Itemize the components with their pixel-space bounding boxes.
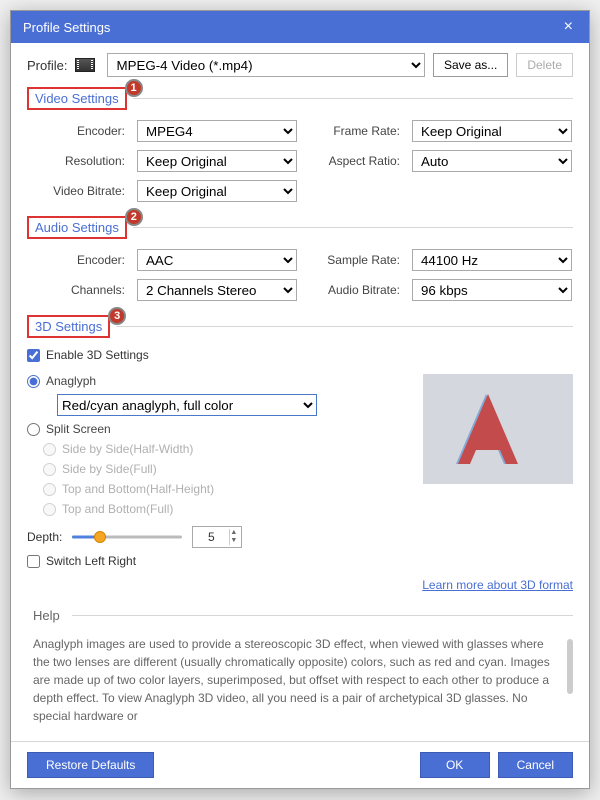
profile-label: Profile: [27, 58, 67, 73]
depth-label: Depth: [27, 530, 62, 544]
tb-full-row: Top and Bottom(Full) [43, 502, 403, 516]
video-encoder-label: Encoder: [27, 120, 127, 142]
3d-section-header: 3D Settings 3 [27, 315, 573, 338]
sbs-half-radio[interactable] [43, 443, 56, 456]
audio-section-header: Audio Settings 2 [27, 216, 573, 239]
sbs-full-radio[interactable] [43, 463, 56, 476]
switch-lr-label: Switch Left Right [46, 554, 136, 568]
switch-lr-row: Switch Left Right [27, 554, 403, 568]
titlebar: Profile Settings × [11, 11, 589, 43]
audio-section-title: Audio Settings 2 [27, 216, 127, 239]
close-icon[interactable]: × [560, 18, 577, 36]
video-section-title: Video Settings 1 [27, 87, 127, 110]
3d-section-title: 3D Settings 3 [27, 315, 110, 338]
help-scrollbar[interactable] [567, 639, 573, 694]
sbs-half-row: Side by Side(Half-Width) [43, 442, 403, 456]
ok-button[interactable]: OK [420, 752, 490, 778]
tb-full-radio[interactable] [43, 503, 56, 516]
restore-defaults-button[interactable]: Restore Defaults [27, 752, 154, 778]
video-file-icon [75, 58, 95, 72]
channels-select[interactable]: 2 Channels Stereo [137, 279, 297, 301]
dialog-title: Profile Settings [23, 20, 110, 35]
aspect-ratio-select[interactable]: Auto [412, 150, 572, 172]
tb-half-row: Top and Bottom(Half-Height) [43, 482, 403, 496]
3d-preview [423, 374, 573, 484]
video-bitrate-label: Video Bitrate: [27, 180, 127, 202]
depth-spinner[interactable]: 5 ▲▼ [192, 526, 242, 548]
badge-2: 2 [125, 208, 143, 226]
tb-half-radio[interactable] [43, 483, 56, 496]
enable-3d-label: Enable 3D Settings [46, 348, 149, 362]
depth-slider[interactable] [72, 529, 182, 545]
frame-rate-label: Frame Rate: [307, 120, 402, 142]
resolution-label: Resolution: [27, 150, 127, 172]
split-screen-label: Split Screen [46, 422, 111, 436]
learn-more-3d-link[interactable]: Learn more about 3D format [422, 578, 573, 592]
video-form: Encoder: MPEG4 Frame Rate: Keep Original… [27, 120, 573, 202]
save-as-button[interactable]: Save as... [433, 53, 508, 77]
anaglyph-row: Anaglyph [27, 374, 403, 388]
resolution-select[interactable]: Keep Original [137, 150, 297, 172]
audio-encoder-label: Encoder: [27, 249, 127, 271]
anaglyph-label: Anaglyph [46, 374, 96, 388]
anaglyph-mode-select[interactable]: Red/cyan anaglyph, full color [57, 394, 317, 416]
help-section-header: Help [27, 606, 573, 625]
frame-rate-select[interactable]: Keep Original [412, 120, 572, 142]
depth-row: Depth: 5 ▲▼ [27, 526, 403, 548]
enable-3d-row: Enable 3D Settings [27, 348, 573, 362]
anaglyph-a-icon [438, 384, 558, 474]
help-text: Anaglyph images are used to provide a st… [33, 635, 573, 725]
profile-settings-dialog: Profile Settings × Profile: MPEG-4 Video… [10, 10, 590, 789]
sample-rate-label: Sample Rate: [307, 249, 402, 271]
profile-row: Profile: MPEG-4 Video (*.mp4) Save as...… [27, 53, 573, 77]
video-bitrate-select[interactable]: Keep Original [137, 180, 297, 202]
aspect-ratio-label: Aspect Ratio: [307, 150, 402, 172]
video-section-header: Video Settings 1 [27, 87, 573, 110]
3d-link-row: Learn more about 3D format [27, 578, 573, 592]
help-section-title: Help [27, 606, 66, 625]
badge-1: 1 [125, 79, 143, 97]
footer: Restore Defaults OK Cancel [11, 741, 589, 788]
cancel-button[interactable]: Cancel [498, 752, 573, 778]
channels-label: Channels: [27, 279, 127, 301]
audio-encoder-select[interactable]: AAC [137, 249, 297, 271]
sample-rate-select[interactable]: 44100 Hz [412, 249, 572, 271]
split-screen-row: Split Screen [27, 422, 403, 436]
delete-button[interactable]: Delete [516, 53, 573, 77]
enable-3d-checkbox[interactable] [27, 349, 40, 362]
audio-bitrate-label: Audio Bitrate: [307, 279, 402, 301]
anaglyph-radio[interactable] [27, 375, 40, 388]
split-screen-radio[interactable] [27, 423, 40, 436]
audio-form: Encoder: AAC Sample Rate: 44100 Hz Chann… [27, 249, 573, 301]
audio-bitrate-select[interactable]: 96 kbps [412, 279, 572, 301]
sbs-full-row: Side by Side(Full) [43, 462, 403, 476]
badge-3: 3 [108, 307, 126, 325]
profile-select[interactable]: MPEG-4 Video (*.mp4) [107, 53, 424, 77]
video-encoder-select[interactable]: MPEG4 [137, 120, 297, 142]
switch-lr-checkbox[interactable] [27, 555, 40, 568]
